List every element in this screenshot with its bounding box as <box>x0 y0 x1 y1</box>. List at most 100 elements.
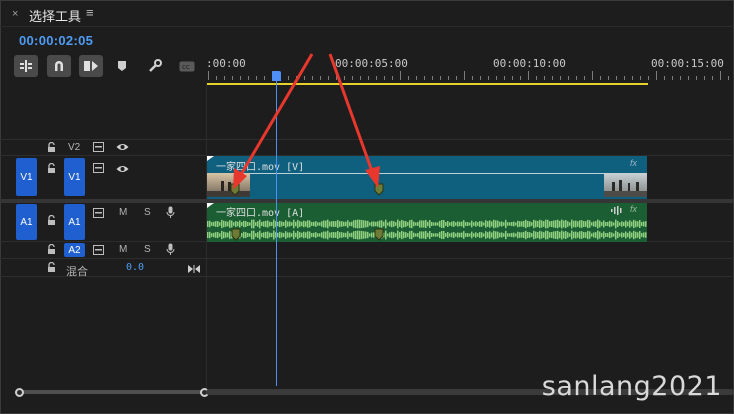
audio-clip-marker-2[interactable] <box>374 228 384 241</box>
mix-lock-icon[interactable] <box>47 261 56 276</box>
waveform-bar <box>535 220 537 228</box>
waveform-bar <box>565 220 567 228</box>
video-thumbnail-end <box>604 173 647 197</box>
waveform-bar <box>387 222 389 226</box>
waveform-bar <box>501 221 503 227</box>
waveform-bar <box>429 231 431 239</box>
waveform-bar <box>481 221 483 227</box>
waveform-bar <box>435 233 437 237</box>
waveform-bar <box>383 221 385 227</box>
a2-mute-button[interactable]: M <box>119 244 127 255</box>
linked-selection-icon[interactable] <box>79 55 103 77</box>
wrench-settings-icon[interactable] <box>145 55 165 77</box>
video-clip-fx-badge[interactable]: fx <box>630 158 637 168</box>
add-marker-icon[interactable] <box>113 55 131 77</box>
panel-title[interactable]: 选择工具 <box>29 6 81 25</box>
waveform-bar <box>315 232 317 238</box>
captions-icon[interactable]: cc <box>177 55 197 77</box>
waveform-bar <box>421 220 423 228</box>
a1-solo-button[interactable]: S <box>144 207 151 218</box>
waveform-bar <box>251 230 253 240</box>
v1-eye-icon[interactable] <box>116 164 129 177</box>
v2-lock-icon[interactable] <box>47 141 56 156</box>
waveform-bar <box>283 222 285 226</box>
waveform-bar <box>345 221 347 227</box>
track-label-a1[interactable]: A1 <box>64 204 85 240</box>
insert-snap-icon[interactable] <box>14 55 38 77</box>
panel-menu-icon[interactable]: ≡ <box>86 5 94 20</box>
waveform-bar <box>623 232 625 238</box>
waveform-bar <box>421 231 423 239</box>
waveform-bar <box>467 233 469 237</box>
zoom-scrollbar[interactable] <box>16 390 204 394</box>
waveform-bar <box>399 232 401 238</box>
waveform-bar <box>271 221 273 227</box>
ruler-tick <box>696 76 697 80</box>
waveform-bar <box>453 221 455 227</box>
audio-clip-fx-badge[interactable]: fx <box>630 204 637 214</box>
a2-lock-icon[interactable] <box>47 243 56 258</box>
mix-go-to-edit-icon[interactable] <box>188 264 200 276</box>
waveform-bar <box>641 232 643 238</box>
a1-mute-button[interactable]: M <box>119 207 127 218</box>
waveform-bar <box>325 220 327 228</box>
a1-lock-icon[interactable] <box>47 214 56 229</box>
waveform-bar <box>411 219 413 229</box>
source-patch-a1[interactable]: A1 <box>16 204 37 240</box>
v2-eye-icon[interactable] <box>116 142 129 155</box>
waveform-bar <box>625 231 627 239</box>
waveform-bar <box>327 230 329 240</box>
waveform-bar <box>331 232 333 238</box>
waveform-bar <box>567 221 569 227</box>
waveform-bar <box>333 232 335 238</box>
waveform-bar <box>407 222 409 226</box>
waveform-bar <box>295 221 297 227</box>
ruler-tick <box>472 76 473 80</box>
waveform-bar <box>369 222 371 226</box>
playhead-timecode[interactable]: 00:00:02:05 <box>19 33 93 48</box>
a2-sync-lock-icon[interactable] <box>93 245 104 258</box>
a1-sync-lock-icon[interactable] <box>93 208 104 221</box>
waveform-bar <box>603 231 605 239</box>
waveform-bar <box>475 221 477 227</box>
waveform-bar <box>593 232 595 238</box>
a1-voiceover-mic-icon[interactable] <box>166 206 175 222</box>
waveform-bar <box>395 222 397 226</box>
waveform-bar <box>295 232 297 238</box>
snap-magnet-icon[interactable] <box>47 55 71 77</box>
source-patch-v1[interactable]: V1 <box>16 158 37 196</box>
svg-text:cc: cc <box>182 63 190 71</box>
waveform-bar <box>625 220 627 228</box>
waveform-bar <box>597 219 599 229</box>
ruler-tick <box>496 76 497 80</box>
audio-waveform-icon[interactable] <box>611 206 623 218</box>
zoom-scroll-handle-left[interactable] <box>15 388 24 397</box>
waveform-bar <box>617 231 619 239</box>
waveform-bar <box>557 230 559 240</box>
track-label-v2[interactable]: V2 <box>68 142 80 153</box>
waveform-bar <box>271 232 273 238</box>
a2-voiceover-mic-icon[interactable] <box>166 243 175 259</box>
v1-sync-lock-icon[interactable] <box>93 163 104 176</box>
waveform-bar <box>363 220 365 228</box>
close-panel-icon[interactable]: × <box>12 8 18 20</box>
waveform-bar <box>535 231 537 239</box>
ruler-tick <box>400 71 401 80</box>
waveform-bar <box>361 219 363 229</box>
v1-lock-icon[interactable] <box>47 162 56 177</box>
track-label-a2[interactable]: A2 <box>64 243 85 257</box>
waveform-bar <box>239 220 241 228</box>
waveform-bar <box>511 232 513 238</box>
waveform-bar <box>513 221 515 227</box>
waveform-bar <box>247 232 249 238</box>
waveform-bar <box>221 230 223 240</box>
waveform-bar <box>289 221 291 227</box>
track-label-v1[interactable]: V1 <box>64 158 85 196</box>
waveform-bar <box>487 221 489 227</box>
audio-clip-header[interactable]: 一家四口.mov [A] fx <box>207 203 647 219</box>
a2-solo-button[interactable]: S <box>144 244 151 255</box>
audio-clip-marker-1[interactable] <box>231 228 241 241</box>
mix-volume-value[interactable]: 0.0 <box>126 262 144 273</box>
waveform-bar <box>397 230 399 240</box>
v2-sync-lock-icon[interactable] <box>93 142 104 155</box>
